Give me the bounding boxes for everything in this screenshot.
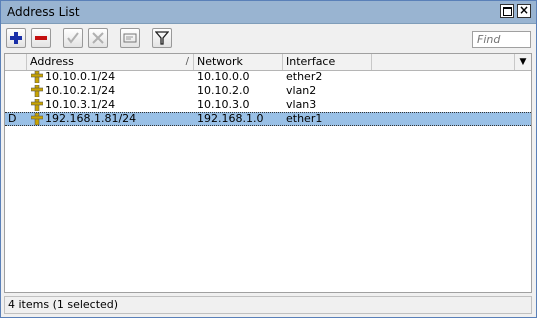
check-icon — [67, 32, 79, 44]
cross-icon — [92, 32, 104, 44]
close-icon: × — [518, 3, 530, 17]
address-icon — [31, 85, 43, 97]
window-title: Address List — [7, 5, 80, 19]
row-interface: vlan3 — [286, 98, 317, 111]
table-row[interactable]: 10.10.0.1/24 10.10.0.0 ether2 — [5, 70, 531, 84]
note-icon — [123, 33, 137, 43]
row-address: 192.168.1.81/24 — [45, 112, 137, 125]
minus-icon — [35, 36, 47, 40]
table-row[interactable]: 10.10.3.1/24 10.10.3.0 vlan3 — [5, 98, 531, 112]
enable-button[interactable] — [63, 28, 83, 48]
row-interface: ether2 — [286, 70, 323, 83]
status-bar: 4 items (1 selected) — [4, 296, 532, 314]
column-header-address[interactable]: Address / — [27, 54, 194, 70]
column-header-interface[interactable]: Interface — [283, 54, 372, 70]
row-address-cell: 10.10.2.1/24 — [31, 84, 191, 98]
row-network: 10.10.0.0 — [197, 70, 250, 83]
address-icon — [31, 99, 43, 111]
flag-column-header[interactable] — [5, 54, 27, 70]
column-header-network[interactable]: Network — [194, 54, 283, 70]
table-header: Address / Network Interface ▼ — [5, 54, 531, 71]
row-network: 10.10.3.0 — [197, 98, 250, 111]
column-label: Network — [197, 55, 243, 68]
column-label: Interface — [286, 55, 336, 68]
address-table: Address / Network Interface ▼ 10.10.0.1/… — [4, 53, 532, 293]
table-row[interactable]: 10.10.2.1/24 10.10.2.0 vlan2 — [5, 84, 531, 98]
table-row-selected[interactable]: D 192.168.1.81/24 192.168.1.0 ether1 — [5, 112, 531, 126]
row-address: 10.10.0.1/24 — [45, 70, 116, 83]
status-text: 4 items (1 selected) — [8, 298, 119, 311]
row-flag: D — [8, 112, 17, 125]
row-interface: vlan2 — [286, 84, 317, 97]
row-address: 10.10.2.1/24 — [45, 84, 116, 97]
add-button[interactable] — [6, 28, 26, 48]
filter-icon — [155, 31, 169, 45]
column-label: Address — [30, 55, 74, 68]
remove-button[interactable] — [31, 28, 51, 48]
row-network: 10.10.2.0 — [197, 84, 250, 97]
row-address-cell: 10.10.3.1/24 — [31, 98, 191, 112]
comment-button[interactable] — [120, 28, 140, 48]
address-icon — [31, 113, 43, 125]
address-list-window: Address List × Find Address / Network In… — [0, 0, 537, 318]
address-icon — [31, 71, 43, 83]
column-menu-button[interactable]: ▼ — [515, 54, 531, 70]
filter-button[interactable] — [152, 28, 172, 48]
row-address-cell: 192.168.1.81/24 — [31, 113, 191, 125]
row-address-cell: 10.10.0.1/24 — [31, 70, 191, 84]
close-button[interactable]: × — [517, 4, 531, 18]
toolbar — [1, 24, 536, 53]
row-network: 192.168.1.0 — [197, 112, 264, 125]
sort-indicator: / — [185, 56, 189, 67]
chevron-down-icon: ▼ — [519, 57, 527, 67]
find-input[interactable] — [472, 31, 531, 48]
column-header-empty — [372, 54, 515, 70]
row-interface: ether1 — [286, 112, 323, 125]
plus-icon — [10, 32, 22, 44]
row-address: 10.10.3.1/24 — [45, 98, 116, 111]
disable-button[interactable] — [88, 28, 108, 48]
maximize-button[interactable] — [500, 4, 514, 18]
title-bar[interactable]: Address List × — [1, 1, 536, 24]
